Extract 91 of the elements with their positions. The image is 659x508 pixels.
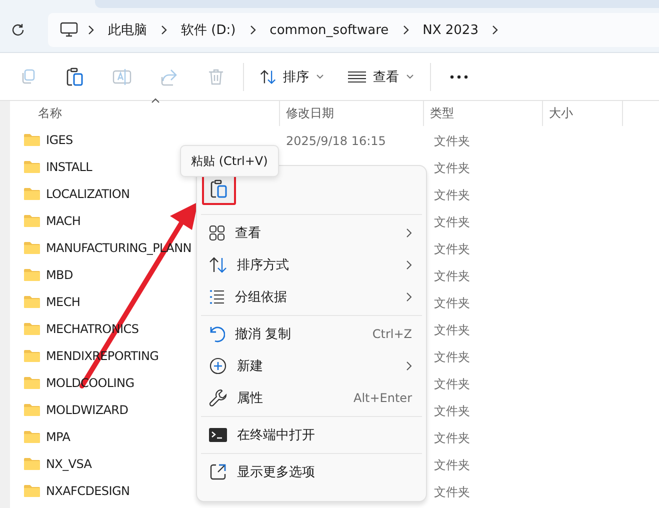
folder-icon xyxy=(24,322,40,335)
folder-icon xyxy=(24,133,40,146)
chevron-icon xyxy=(161,25,167,35)
file-name: IGES xyxy=(46,132,73,146)
shortcut-label: Ctrl+Z xyxy=(372,327,412,341)
submenu-chevron-icon xyxy=(406,361,412,371)
menu-item[interactable]: 新建 xyxy=(197,350,426,382)
lines-icon xyxy=(348,70,366,82)
folder-icon xyxy=(24,295,40,308)
menu-item[interactable]: 显示更多选项 xyxy=(197,456,426,488)
terminal-icon xyxy=(209,428,227,442)
menu-item[interactable]: 在终端中打开 xyxy=(197,419,426,451)
file-type: 文件夹 xyxy=(433,322,470,336)
sort-icon xyxy=(260,68,276,84)
clipboard-icon xyxy=(66,66,84,86)
folder-icon xyxy=(24,160,40,173)
dropdown-caret-icon xyxy=(406,74,414,79)
file-type: 文件夹 xyxy=(433,160,470,174)
file-name: LOCALIZATION xyxy=(46,186,130,200)
file-type: 文件夹 xyxy=(433,268,470,282)
file-type: 文件夹 xyxy=(433,296,470,310)
sort-icon xyxy=(209,257,227,273)
breadcrumb-item[interactable]: common_software xyxy=(266,22,393,38)
open-external-icon xyxy=(209,463,227,481)
address-bar[interactable]: 此电脑 软件 (D:) common_software NX 2023 xyxy=(48,13,659,47)
folder-icon xyxy=(24,268,40,281)
folder-icon xyxy=(24,484,40,497)
undo-icon xyxy=(209,325,225,343)
folder-icon xyxy=(24,241,40,254)
computer-icon xyxy=(60,22,78,38)
modified-date: 2025/9/18 16:15 xyxy=(285,134,386,148)
file-name: MOLDWIZARD xyxy=(46,402,128,416)
share-icon xyxy=(160,68,178,86)
folder-icon xyxy=(24,457,40,470)
file-type: 文件夹 xyxy=(433,484,470,498)
trash-icon xyxy=(208,68,224,86)
sort-caret-icon xyxy=(151,98,160,103)
rename-icon xyxy=(112,68,132,86)
view-button[interactable]: 查看 xyxy=(336,58,426,94)
shortcut-label: Alt+Enter xyxy=(353,391,412,405)
column-header[interactable]: 名称 xyxy=(10,101,280,126)
folder-icon xyxy=(24,349,40,362)
chevron-icon xyxy=(492,25,498,35)
column-header[interactable]: 修改日期 xyxy=(280,101,424,126)
column-header[interactable]: 大小 xyxy=(543,101,623,126)
wrench-icon xyxy=(209,389,227,407)
file-name: INSTALL xyxy=(46,160,92,174)
refresh-icon xyxy=(11,23,25,37)
menu-item[interactable]: 属性 Alt+Enter xyxy=(197,382,426,414)
file-type: 文件夹 xyxy=(433,134,470,148)
list-icon xyxy=(209,289,225,305)
chevron-icon xyxy=(402,25,409,35)
folder-icon xyxy=(24,403,40,416)
file-type: 文件夹 xyxy=(433,376,470,390)
grid-icon xyxy=(209,225,225,241)
file-name: NXAFCDESIGN xyxy=(46,484,130,498)
menu-item[interactable]: 排序方式 xyxy=(197,249,426,281)
folder-icon xyxy=(24,187,40,200)
file-name: MACH xyxy=(46,214,81,228)
breadcrumb-item[interactable]: NX 2023 xyxy=(418,22,482,38)
tooltip: 粘贴 (Ctrl+V) xyxy=(180,145,279,177)
menu-item[interactable]: 撤消 复制 Ctrl+Z xyxy=(197,318,426,350)
file-name: NX_VSA xyxy=(46,456,92,470)
file-name: MECH xyxy=(46,294,80,308)
folder-icon xyxy=(24,376,40,389)
file-type: 文件夹 xyxy=(433,188,470,202)
submenu-chevron-icon xyxy=(406,260,412,270)
dropdown-caret-icon xyxy=(316,74,324,79)
file-type: 文件夹 xyxy=(433,404,470,418)
breadcrumb-item[interactable]: 软件 (D:) xyxy=(177,21,240,39)
submenu-chevron-icon xyxy=(406,228,412,238)
more-icon xyxy=(450,74,468,78)
folder-icon xyxy=(24,430,40,443)
add-icon xyxy=(209,357,227,375)
menu-item[interactable]: 查看 xyxy=(197,217,426,249)
chevron-icon xyxy=(88,25,94,35)
folder-icon xyxy=(24,214,40,227)
chevron-icon xyxy=(250,25,256,35)
file-type: 文件夹 xyxy=(433,350,470,364)
file-type: 文件夹 xyxy=(433,214,470,228)
clipboard-icon xyxy=(210,179,228,199)
menu-item[interactable]: 分组依据 xyxy=(197,281,426,313)
file-type: 文件夹 xyxy=(433,458,470,472)
file-name: MPA xyxy=(46,430,70,444)
file-type: 文件夹 xyxy=(433,242,470,256)
sort-button[interactable]: 排序 xyxy=(248,58,336,94)
submenu-chevron-icon xyxy=(406,292,412,302)
column-header[interactable]: 类型 xyxy=(424,101,543,126)
file-name: MBD xyxy=(46,268,73,282)
file-type: 文件夹 xyxy=(433,430,470,444)
breadcrumb-item[interactable]: 此电脑 xyxy=(104,21,151,39)
